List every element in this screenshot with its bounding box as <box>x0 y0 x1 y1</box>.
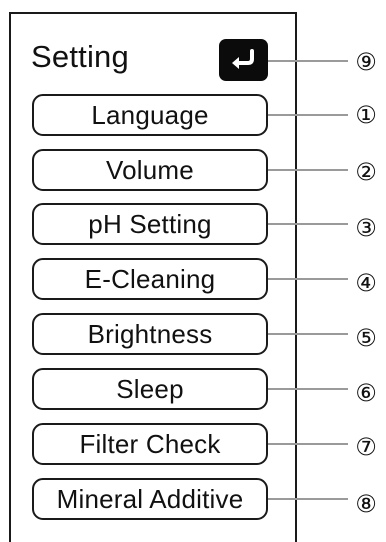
callout-number-3: ③ <box>355 214 377 242</box>
callout-number-8: ⑧ <box>355 490 377 518</box>
callout-leader-line <box>268 223 348 225</box>
callout-leader-line <box>268 169 348 171</box>
callout-number-9: ⑨ <box>355 48 377 76</box>
callout-number-4: ④ <box>355 269 377 297</box>
mineral-additive-button[interactable]: Mineral Additive <box>32 478 268 520</box>
sleep-button[interactable]: Sleep <box>32 368 268 410</box>
return-arrow-icon <box>231 49 254 69</box>
page-title: Setting <box>31 39 129 74</box>
callout-number-7: ⑦ <box>355 433 377 461</box>
callout-leader-line <box>268 498 348 500</box>
callout-number-1: ① <box>355 101 377 129</box>
callout-leader-line <box>268 60 348 62</box>
volume-button[interactable]: Volume <box>32 149 268 191</box>
back-button[interactable] <box>219 39 268 81</box>
callout-leader-line <box>268 443 348 445</box>
callout-leader-line <box>268 278 348 280</box>
callout-leader-line <box>268 333 348 335</box>
callout-leader-line <box>268 114 348 116</box>
e-cleaning-button[interactable]: E-Cleaning <box>32 258 268 300</box>
callout-number-5: ⑤ <box>355 324 377 352</box>
ph-setting-button[interactable]: pH Setting <box>32 203 268 245</box>
callout-leader-line <box>268 388 348 390</box>
callout-number-6: ⑥ <box>355 379 377 407</box>
callout-number-2: ② <box>355 158 377 186</box>
filter-check-button[interactable]: Filter Check <box>32 423 268 465</box>
brightness-button[interactable]: Brightness <box>32 313 268 355</box>
language-button[interactable]: Language <box>32 94 268 136</box>
